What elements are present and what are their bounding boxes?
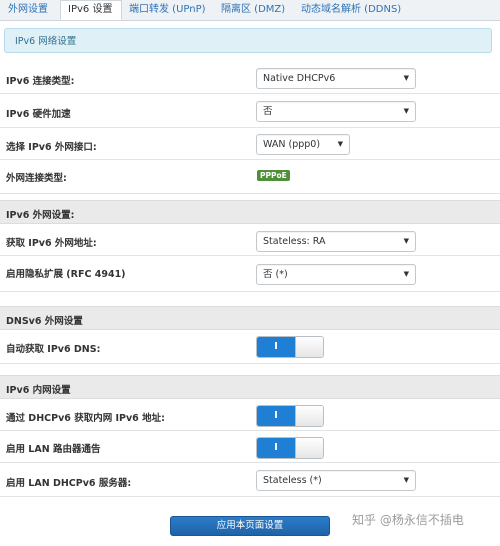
wan-iface-label: 选择 IPv6 外网接口: — [6, 142, 97, 153]
section-ipv6-wan: IPv6 外网设置: — [0, 200, 500, 224]
row-ext-conn-type: 外网连接类型: PPPoE — [0, 162, 500, 194]
row-get-addr: 获取 IPv6 外网地址: Stateless: RA ▼ — [0, 226, 500, 256]
get-addr-value: Stateless: RA — [263, 236, 326, 247]
section-ipv6-lan-title: IPv6 内网设置 — [6, 385, 71, 396]
ext-conn-type-label: 外网连接类型: — [6, 173, 67, 184]
apply-button[interactable]: 应用本页面设置 — [170, 516, 330, 536]
chevron-down-icon: ▼ — [403, 476, 409, 484]
section-dnsv6: DNSv6 外网设置 — [0, 306, 500, 330]
wan-iface-value: WAN (ppp0) — [263, 139, 321, 150]
chevron-down-icon: ▼ — [403, 74, 409, 82]
privacy-ext-label: 启用隐私扩展 (RFC 4941) — [6, 269, 126, 280]
status-badge: PPPoE — [257, 170, 290, 181]
lan-dhcpv6-server-label: 启用 LAN DHCPv6 服务器: — [6, 478, 132, 489]
lan-dhcpv6-server-select[interactable]: Stateless (*) ▼ — [256, 470, 416, 491]
get-addr-label: 获取 IPv6 外网地址: — [6, 238, 97, 249]
dhcpv6-lan-toggle[interactable]: I — [256, 405, 324, 427]
tab-wan-settings[interactable]: 外网设置 — [8, 0, 48, 20]
dhcpv6-lan-label: 通过 DHCPv6 获取内网 IPv6 地址: — [6, 413, 165, 424]
tab-bar: 外网设置 IPv6 设置 端口转发 (UPnP) 隔离区 (DMZ) 动态域名解… — [0, 0, 500, 21]
row-privacy-ext: 启用隐私扩展 (RFC 4941) 否 (*) ▼ — [0, 258, 500, 292]
hw-accel-label: IPv6 硬件加速 — [6, 109, 71, 120]
toggle-knob — [295, 438, 323, 458]
section-ipv6-lan: IPv6 内网设置 — [0, 375, 500, 399]
tab-port-forwarding[interactable]: 端口转发 (UPnP) — [129, 0, 206, 20]
ipv6-network-settings-banner: IPv6 网络设置 — [4, 28, 492, 53]
lan-router-adv-toggle[interactable]: I — [256, 437, 324, 459]
chevron-down-icon: ▼ — [403, 237, 409, 245]
row-hw-accel: IPv6 硬件加速 否 ▼ — [0, 96, 500, 128]
row-dhcpv6-lan: 通过 DHCPv6 获取内网 IPv6 地址: I — [0, 401, 500, 431]
privacy-ext-value: 否 (*) — [263, 269, 288, 280]
lan-router-adv-label: 启用 LAN 路由器通告 — [6, 444, 101, 455]
section-dnsv6-title: DNSv6 外网设置 — [6, 316, 83, 327]
chevron-down-icon: ▼ — [403, 270, 409, 278]
conn-type-label: IPv6 连接类型: — [6, 76, 75, 87]
row-lan-dhcpv6-server: 启用 LAN DHCPv6 服务器: Stateless (*) ▼ — [0, 465, 500, 497]
row-auto-dns: 自动获取 IPv6 DNS: I — [0, 332, 500, 364]
wan-iface-select[interactable]: WAN (ppp0) ▼ — [256, 134, 350, 155]
auto-dns-label: 自动获取 IPv6 DNS: — [6, 344, 101, 355]
toggle-knob — [295, 337, 323, 357]
chevron-down-icon: ▼ — [337, 140, 343, 148]
row-conn-type: IPv6 连接类型: Native DHCPv6 ▼ — [0, 64, 500, 94]
row-wan-iface: 选择 IPv6 外网接口: WAN (ppp0) ▼ — [0, 130, 500, 160]
toggle-on-indicator: I — [257, 438, 295, 458]
hw-accel-value: 否 — [263, 106, 273, 117]
toggle-knob — [295, 406, 323, 426]
conn-type-value: Native DHCPv6 — [263, 73, 336, 84]
hw-accel-select[interactable]: 否 ▼ — [256, 101, 416, 122]
zhihu-watermark: 知乎 @杨永信不插电 — [352, 513, 464, 527]
section-ipv6-wan-title: IPv6 外网设置: — [6, 210, 75, 221]
privacy-ext-select[interactable]: 否 (*) ▼ — [256, 264, 416, 285]
toggle-on-indicator: I — [257, 406, 295, 426]
get-addr-select[interactable]: Stateless: RA ▼ — [256, 231, 416, 252]
lan-dhcpv6-server-value: Stateless (*) — [263, 475, 322, 486]
tab-dmz[interactable]: 隔离区 (DMZ) — [221, 0, 285, 20]
auto-dns-toggle[interactable]: I — [256, 336, 324, 358]
chevron-down-icon: ▼ — [403, 107, 409, 115]
row-lan-router-adv: 启用 LAN 路由器通告 I — [0, 433, 500, 463]
tab-ipv6-settings[interactable]: IPv6 设置 — [60, 0, 122, 20]
toggle-on-indicator: I — [257, 337, 295, 357]
conn-type-select[interactable]: Native DHCPv6 ▼ — [256, 68, 416, 89]
tab-ddns[interactable]: 动态域名解析 (DDNS) — [301, 0, 401, 20]
